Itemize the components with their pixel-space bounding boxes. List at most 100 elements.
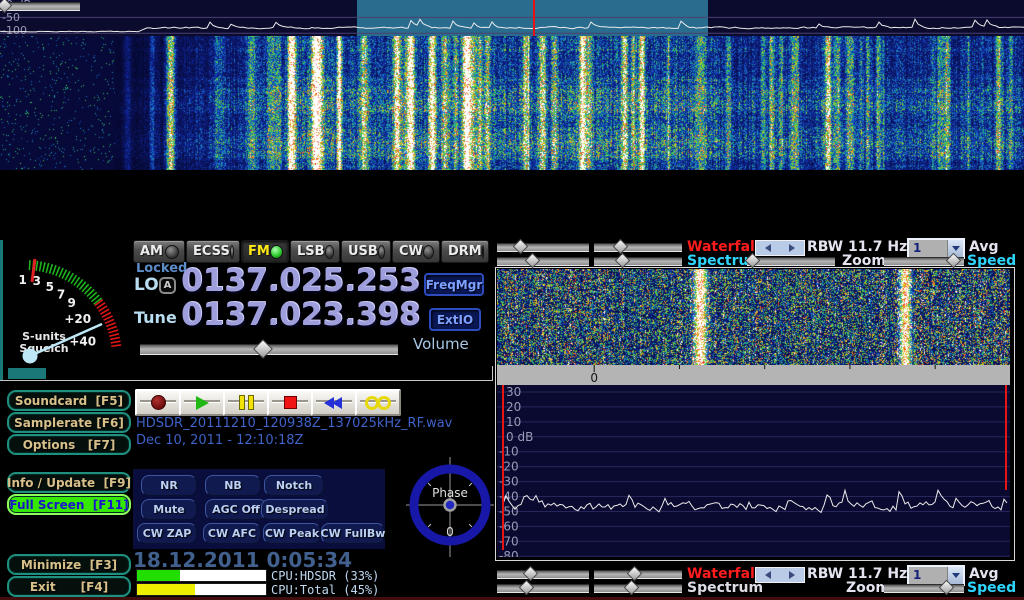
mode-button-drm[interactable]: DRM	[441, 240, 489, 263]
mode-led-indicator	[230, 245, 234, 259]
lo-auto-badge[interactable]: A	[159, 277, 176, 294]
bottom-spectrum-brightness-slider[interactable]	[594, 584, 682, 593]
main-spectrum-db-label: -100	[2, 24, 27, 36]
menu-button-info[interactable]: Info / Update [F9]	[7, 472, 131, 493]
rx-marker-left[interactable]	[502, 385, 504, 550]
loop-button[interactable]	[355, 389, 401, 416]
smeter-scale-number: 7	[57, 288, 65, 302]
mode-label: USB	[348, 244, 378, 259]
top-waterfall-brightness-slider-thumb[interactable]	[613, 239, 629, 255]
scroll-left-arrow[interactable]	[765, 571, 771, 579]
top-zoom-label: Zoom	[842, 253, 886, 269]
mode-label: ECSS	[193, 244, 230, 259]
stop-button[interactable]	[267, 389, 313, 416]
mode-button-cw[interactable]: CW	[392, 240, 440, 263]
bottom-spectrum-brightness-slider-thumb[interactable]	[624, 580, 640, 596]
volume-slider-thumb[interactable]	[253, 339, 273, 359]
mode-label: AM	[140, 244, 163, 259]
dsp-button-notch[interactable]: Notch	[264, 475, 324, 496]
mode-led-indicator	[165, 245, 179, 259]
menu-button-soundcard[interactable]: Soundcard [F5]	[7, 390, 131, 411]
top-spectrum-contrast-slider-thumb[interactable]	[525, 253, 541, 269]
rx-waterfall-display[interactable]	[497, 269, 1010, 365]
dsp-button-cw-peak[interactable]: CW Peak	[263, 523, 321, 544]
rx-frequency-scale-ticks: 010002000300040005000	[497, 365, 1010, 385]
bottom-waterfall-brightness-slider[interactable]	[594, 570, 682, 579]
top-spectrum-brightness-slider[interactable]	[594, 257, 682, 266]
main-spectrum-display[interactable]: 0 dB-50-100	[0, 0, 1024, 36]
freqmgr-button[interactable]: FreqMgr	[424, 273, 484, 296]
volume-slider[interactable]	[140, 344, 398, 355]
rewind-icon	[326, 397, 342, 409]
cpu-hdsdr-label: CPU:HDSDR (33%)	[271, 569, 379, 583]
dropdown-arrow-icon[interactable]	[947, 567, 963, 584]
mode-button-usb[interactable]: USB	[341, 240, 391, 263]
mode-button-am[interactable]: AM	[133, 240, 185, 263]
rx-spectrum-display[interactable]: 3020100 dB-10-20-30-40-50-60-70-80	[497, 385, 1010, 557]
bottom-speed-slider[interactable]	[884, 584, 964, 593]
smeter-scale-number: +20	[64, 312, 91, 326]
top-zoom-slider[interactable]	[747, 257, 835, 266]
rx-db-label: 30	[506, 385, 521, 399]
rx-marker-right[interactable]	[1005, 385, 1007, 490]
stop-icon	[284, 396, 297, 409]
play-button[interactable]	[179, 389, 225, 416]
panel-divider-corner	[492, 366, 493, 381]
cpu-hdsdr-fill	[137, 570, 180, 581]
scroll-right-arrow[interactable]	[789, 571, 795, 579]
menu-button-full[interactable]: Full Screen [F11]	[7, 494, 131, 515]
phase-value: 0	[446, 525, 454, 539]
rewind-button[interactable]	[311, 389, 357, 416]
dsp-button-cw-zap[interactable]: CW ZAP	[137, 523, 197, 544]
dsp-button-despread[interactable]: Despread	[261, 499, 329, 520]
bottom-waterfall-contrast-slider[interactable]	[497, 570, 589, 579]
menu-button-options[interactable]: Options [F7]	[7, 434, 131, 455]
bottom-waterfall-brightness-slider-thumb[interactable]	[627, 566, 643, 582]
bottom-spectrum-label: Spectrum	[687, 580, 763, 596]
bottom-spectrum-contrast-slider[interactable]	[497, 584, 589, 593]
scroll-right-arrow[interactable]	[789, 244, 795, 252]
dsp-button-nr[interactable]: NR	[141, 475, 197, 496]
top-spectrum-contrast-slider[interactable]	[497, 257, 589, 266]
dsp-button-cw-fullbw[interactable]: CW FullBw	[321, 523, 385, 544]
dsp-button-cw-afc[interactable]: CW AFC	[203, 523, 261, 544]
avg-count-value: 1	[909, 240, 947, 257]
menu-button-exit[interactable]: Exit [F4]	[7, 576, 131, 597]
rx-freq-tick-label: 0	[590, 371, 598, 385]
mode-button-fm[interactable]: FM	[241, 240, 289, 263]
mode-button-lsb[interactable]: LSB	[290, 240, 340, 263]
bottom-avg-dropdown[interactable]: 1	[907, 565, 965, 586]
cpu-total-label: CPU:Total (45%)	[271, 583, 379, 597]
smeter-gauge[interactable]: 13579+20+40S-unitsSquelch	[0, 240, 132, 382]
top-spectrum-brightness-slider-thumb[interactable]	[615, 253, 631, 269]
phase-indicator[interactable]: Phase0	[404, 455, 496, 559]
rx-frequency-scale[interactable]: 010002000300040005000	[497, 365, 1010, 385]
lo-frequency-digits[interactable]: 0137.025.253	[181, 266, 420, 297]
bottom-waterfall-contrast-slider-thumb[interactable]	[523, 566, 539, 582]
tune-marker-line[interactable]	[533, 0, 535, 36]
dsp-button-nb[interactable]: NB	[205, 475, 261, 496]
pause-button[interactable]	[223, 389, 269, 416]
smeter-scale-number: 9	[68, 296, 76, 310]
menu-button-samplerate[interactable]: Samplerate [F6]	[7, 412, 131, 433]
dsp-button-mute[interactable]: Mute	[141, 499, 197, 520]
extio-button[interactable]: ExtIO	[429, 308, 481, 331]
top-waterfall-brightness-slider[interactable]	[594, 243, 682, 252]
mode-button-ecss[interactable]: ECSS	[186, 240, 240, 263]
main-spectrum-trace: 0 dB-50-100	[0, 0, 1024, 36]
bottom-spectrum-contrast-slider-thumb[interactable]	[519, 580, 535, 596]
top-speed-label: Speed	[967, 253, 1016, 269]
top-waterfall-contrast-slider[interactable]	[497, 243, 589, 252]
top-waterfall-contrast-slider-thumb[interactable]	[513, 239, 529, 255]
record-icon	[151, 395, 166, 410]
bottom-zoom-slider[interactable]	[0, 2, 80, 11]
volume-label: Volume	[413, 335, 469, 353]
recording-filename[interactable]: HDSDR_20111210_120938Z_137025kHz_RF.wav	[136, 416, 452, 431]
record-button[interactable]	[135, 389, 181, 416]
top-speed-slider[interactable]	[884, 257, 964, 266]
menu-button-minimize[interactable]: Minimize [F3]	[7, 554, 131, 575]
dsp-button-agc-off[interactable]: AGC Off	[205, 499, 267, 520]
mode-label: LSB	[297, 244, 325, 259]
scroll-left-arrow[interactable]	[765, 244, 771, 252]
tune-frequency-digits[interactable]: 0137.023.398	[181, 300, 420, 331]
